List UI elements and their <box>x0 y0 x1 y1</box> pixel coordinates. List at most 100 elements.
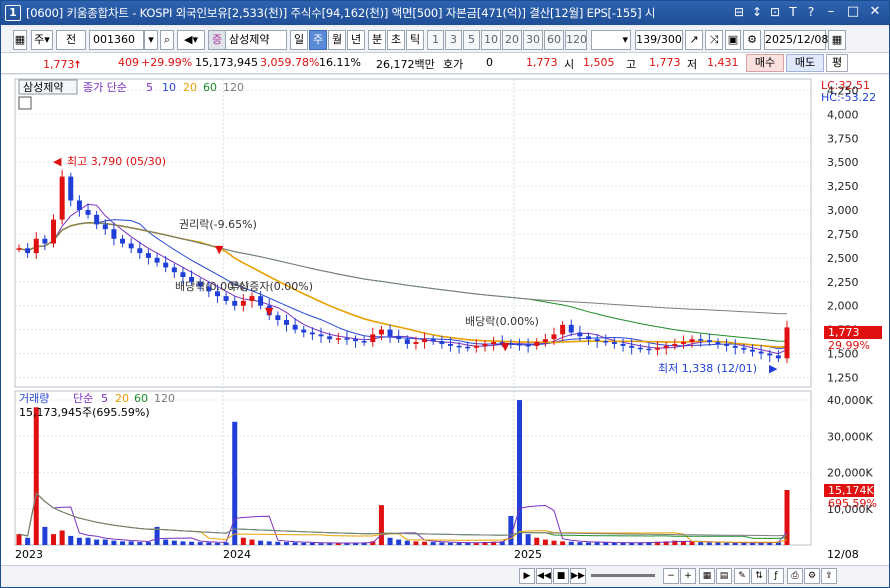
link-icon[interactable]: ↕ <box>749 4 765 21</box>
interval-custom-input[interactable]: ▾ <box>591 30 631 50</box>
close-button[interactable]: ✕ <box>865 4 885 21</box>
price-tick-label: 1,250 <box>827 371 859 384</box>
stock-name-field[interactable]: 삼성제약 <box>225 30 287 50</box>
tab-week[interactable]: 주 <box>309 30 327 50</box>
candle-body <box>698 339 704 341</box>
dividend2-marker-icon: ▼ <box>501 340 510 353</box>
candle-body <box>163 262 169 268</box>
help-icon[interactable]: ? <box>803 4 819 21</box>
candle-body <box>586 336 592 340</box>
compare-icon[interactable]: ⇅ <box>751 568 767 584</box>
rewind-icon[interactable]: ◀◀ <box>536 568 552 584</box>
interval-5[interactable]: 5 <box>463 30 480 50</box>
copy-window-icon[interactable]: ⊡ <box>767 4 783 21</box>
trend-icon[interactable]: ⤨ <box>705 30 723 50</box>
chart-area[interactable]: 삼성제약 종가 단순 5 10 20 60 120 LC:32.51 HC:-5… <box>1 75 889 565</box>
volume-bar <box>206 542 212 545</box>
font-icon[interactable]: T <box>785 4 801 21</box>
layout-icon[interactable]: ⊟ <box>731 4 747 21</box>
tab-month[interactable]: 월 <box>328 30 346 50</box>
table-icon[interactable] <box>18 96 32 110</box>
candle-body <box>154 257 160 263</box>
chart-canvas[interactable]: 삼성제약 종가 단순 5 10 20 60 120 LC:32.51 HC:-5… <box>1 75 889 565</box>
interval-1[interactable]: 1 <box>427 30 444 50</box>
volume-bar <box>422 541 428 545</box>
price-tick-label: 2,750 <box>827 228 859 241</box>
maximize-button[interactable]: □ <box>843 4 863 21</box>
tab-minute[interactable]: 분 <box>368 30 386 50</box>
interval-10[interactable]: 10 <box>481 30 501 50</box>
volume-bar <box>240 537 246 545</box>
period-select[interactable]: 주▾ <box>31 30 53 50</box>
code-dropdown-icon[interactable]: ▾ <box>144 30 158 50</box>
zoom-slider[interactable] <box>591 574 655 577</box>
draw-tool-icon[interactable]: ✎ <box>734 568 750 584</box>
title-bar[interactable]: 1 [0600] 키움종합차트 - KOSPI 외국인보유[2,533(천)] … <box>1 1 889 25</box>
calendar-icon[interactable]: ▦ <box>828 30 846 50</box>
tab-tick[interactable]: 틱 <box>406 30 424 50</box>
scroll-controls: ▶ ◀◀ ■ ▶▶ − + ▦ ▤ ✎ ⇅ ƒ ⎙ ⚙ ⇪ <box>1 565 889 587</box>
candle-body <box>663 345 669 348</box>
window-number-badge[interactable]: 1 <box>5 5 21 21</box>
interval-20[interactable]: 20 <box>502 30 522 50</box>
volume-bar <box>163 539 169 545</box>
tab-second[interactable]: 초 <box>387 30 405 50</box>
volume-bar <box>603 542 609 545</box>
export-icon[interactable]: ⇪ <box>821 568 837 584</box>
scroll-right-icon[interactable]: ▶ <box>519 568 535 584</box>
volume-tick-label: 30,000K <box>827 430 873 443</box>
search-icon[interactable]: ⌕ <box>160 30 174 50</box>
volume-bar <box>318 543 324 545</box>
play-icon[interactable]: ▶▶ <box>570 568 586 584</box>
volume-bar <box>465 542 471 545</box>
candle-body <box>275 315 281 321</box>
minimize-button[interactable]: – <box>821 4 841 21</box>
indicator-icon[interactable]: ƒ <box>768 568 784 584</box>
print-icon[interactable]: ⎙ <box>787 568 803 584</box>
volume-bar <box>266 541 272 545</box>
chart-lines-icon[interactable]: ↗ <box>685 30 703 50</box>
chart-type-icon[interactable]: ▤ <box>716 568 732 584</box>
volume-bar <box>456 542 462 545</box>
candle-body <box>396 336 402 340</box>
candle-body <box>775 355 781 359</box>
volume-bar <box>516 400 522 545</box>
buy-button[interactable]: 매수 <box>746 54 784 72</box>
speaker-icon[interactable]: ◀▾ <box>177 30 205 50</box>
stock-code-input[interactable]: 001360 <box>89 30 144 50</box>
high-price: 1,773 <box>649 56 681 69</box>
hoga-price: 1,773 <box>526 56 558 69</box>
grid-toggle-icon[interactable]: ▦ <box>13 30 27 50</box>
volume-legend-prefix: 단순 <box>73 392 93 405</box>
candle-body <box>128 243 134 249</box>
candle-body <box>706 340 712 343</box>
candle-body <box>620 343 626 346</box>
zoom-in-icon[interactable]: − <box>663 568 679 584</box>
layout-grid-icon[interactable]: ▦ <box>699 568 715 584</box>
zoom-out-icon[interactable]: + <box>680 568 696 584</box>
evaluation-button[interactable]: 평 <box>826 54 848 72</box>
interval-120[interactable]: 120 <box>565 30 587 50</box>
price-tick-label: 3,250 <box>827 180 859 193</box>
date-input[interactable]: 2025/12/08 <box>764 30 828 50</box>
interval-3[interactable]: 3 <box>445 30 462 50</box>
interval-30[interactable]: 30 <box>523 30 543 50</box>
tab-year[interactable]: 년 <box>347 30 365 50</box>
prev-button[interactable]: 전 <box>56 30 86 50</box>
candle-body <box>534 342 540 346</box>
volume-bar <box>76 537 82 545</box>
tab-day[interactable]: 일 <box>290 30 308 50</box>
volume-bar <box>59 530 65 545</box>
candle-body <box>611 342 617 344</box>
sell-button[interactable]: 매도 <box>786 54 824 72</box>
price-tick-label: 2,500 <box>827 252 859 265</box>
settings-small-icon[interactable]: ⚙ <box>804 568 820 584</box>
save-icon[interactable]: ▣ <box>725 30 741 50</box>
data-count-field[interactable]: 139/300 <box>635 30 683 50</box>
stop-icon[interactable]: ■ <box>553 568 569 584</box>
candle-body <box>655 347 661 350</box>
settings-gear-icon[interactable]: ⚙ <box>743 30 761 50</box>
volume-bar <box>568 541 574 545</box>
change-percent: +29.99% <box>141 56 193 69</box>
interval-60[interactable]: 60 <box>544 30 564 50</box>
